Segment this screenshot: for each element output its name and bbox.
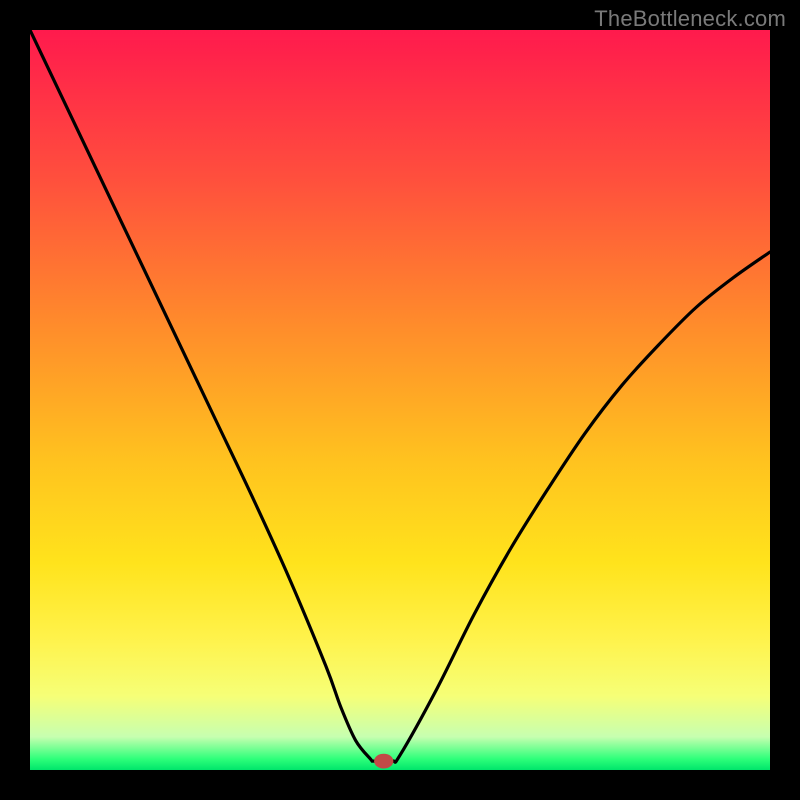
chart-frame: TheBottleneck.com: [0, 0, 800, 800]
plot-area: [30, 30, 770, 770]
optimal-point-marker: [374, 754, 393, 769]
bottleneck-chart: [30, 30, 770, 770]
gradient-background: [30, 30, 770, 770]
watermark-label: TheBottleneck.com: [594, 6, 786, 32]
